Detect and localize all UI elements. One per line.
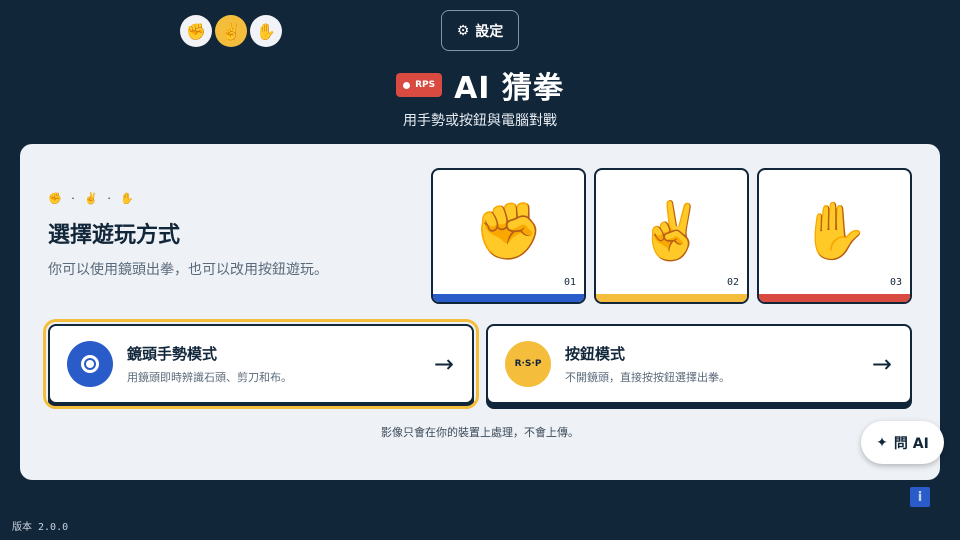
victory-hand-icon: ✌️	[636, 199, 707, 264]
section-description: 你可以使用鏡頭出拳，也可以改用按鈕遊玩。	[48, 262, 328, 278]
camera-mode-description: 用鏡頭即時辨識石頭、剪刀和布。	[127, 371, 292, 384]
card-color-bar	[433, 294, 584, 302]
button-mode-title: 按鈕模式	[565, 345, 626, 363]
hand-cards: ✊ 01 ✌️ 02 ✋ 03	[431, 168, 912, 304]
rps-badge: RPS	[396, 73, 443, 97]
page-title: AI 猜拳	[454, 71, 564, 106]
title-row: RPS AI 猜拳	[0, 63, 960, 107]
raised-hand-icon: ✋	[250, 15, 282, 47]
mini-hands-row: ✊ · ✌️ · ✋	[48, 192, 138, 205]
mode-selection-panel: ✊ · ✌️ · ✋ 選擇遊玩方式 你可以使用鏡頭出拳，也可以改用按鈕遊玩。 ✊…	[20, 144, 940, 480]
camera-mode-button[interactable]: 鏡頭手勢模式 用鏡頭即時辨識石頭、剪刀和布。 →	[43, 319, 479, 409]
camera-mode-title: 鏡頭手勢模式	[127, 345, 218, 363]
card-number: 02	[726, 277, 739, 288]
gear-icon: ⚙	[456, 22, 470, 39]
hand-icons-group: ✊ ✌️ ✋	[180, 15, 282, 47]
button-mode-button[interactable]: R·S·P 按鈕模式 不開鏡頭，直接按按鈕選擇出拳。 →	[486, 324, 912, 404]
fist-icon: ✊	[473, 199, 544, 264]
badge-label: RPS	[415, 80, 436, 90]
victory-hand-icon: ✌️	[215, 15, 247, 47]
badge-dot-icon	[403, 81, 411, 89]
ask-ai-label: 問 AI	[893, 435, 929, 452]
paper-card: ✋ 03	[757, 168, 912, 304]
fist-icon: ✊	[180, 15, 212, 47]
camera-lens-icon	[67, 341, 113, 387]
card-number: 03	[889, 277, 902, 288]
sparkle-icon: ✦	[876, 434, 888, 451]
scissors-card: ✌️ 02	[594, 168, 749, 304]
card-color-bar	[759, 294, 910, 302]
arrow-right-icon: →	[871, 350, 892, 378]
card-color-bar	[596, 294, 747, 302]
info-button[interactable]: i	[910, 487, 930, 507]
card-number: 01	[563, 277, 576, 288]
rsp-icon: R·S·P	[505, 341, 551, 387]
settings-label: 設定	[475, 23, 504, 40]
rock-card: ✊ 01	[431, 168, 586, 304]
privacy-note: 影像只會在你的裝置上處理，不會上傳。	[381, 426, 579, 439]
ask-ai-button[interactable]: ✦ 問 AI	[861, 421, 944, 464]
button-mode-description: 不開鏡頭，直接按按鈕選擇出拳。	[565, 371, 730, 384]
raised-hand-icon: ✋	[799, 199, 870, 264]
settings-button[interactable]: ⚙ 設定	[441, 10, 519, 51]
arrow-right-icon: →	[433, 350, 454, 378]
section-title: 選擇遊玩方式	[48, 223, 181, 248]
version-label: 版本 2.0.0	[12, 522, 69, 533]
page-subtitle: 用手勢或按鈕與電腦對戰	[403, 113, 557, 129]
